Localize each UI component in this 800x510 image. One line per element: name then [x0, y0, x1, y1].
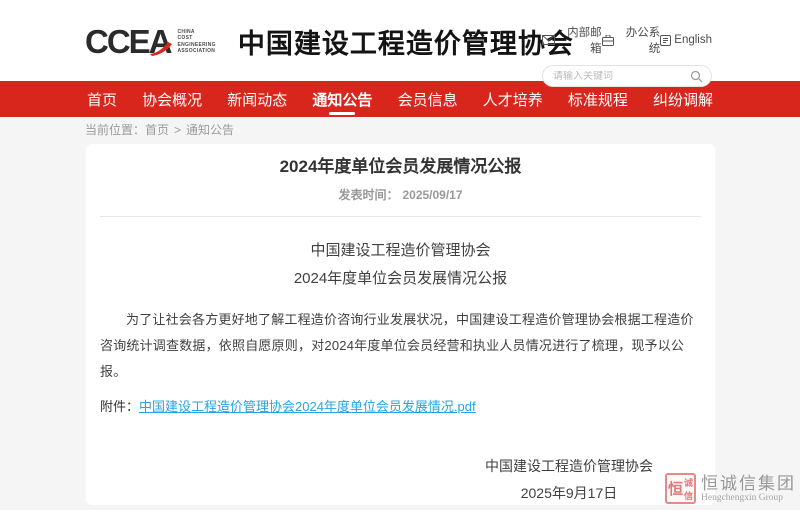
watermark-text: 恒诚信集团 Hengchengxin Group	[701, 474, 796, 504]
signature-block: 中国建设工程造价管理协会 2025年9月17日	[485, 453, 653, 507]
watermark-name-en: Hengchengxin Group	[701, 493, 796, 504]
breadcrumb-home-link[interactable]: 首页	[145, 123, 169, 137]
attachment-pdf-link[interactable]: 中国建设工程造价管理协会2024年度单位会员发展情况.pdf	[139, 399, 476, 414]
top-header: CCEA CHINA COST ENGINEERING ASSOCIATION …	[0, 0, 800, 81]
breadcrumb-prefix: 当前位置：	[85, 123, 145, 137]
publish-date-value: 2025/09/17	[402, 188, 462, 202]
nav-item-home[interactable]: 首页	[85, 81, 119, 117]
internal-mail-link[interactable]: 内部邮箱	[542, 24, 602, 56]
site-title: 中国建设工程造价管理协会	[238, 22, 574, 61]
attachment-label: 附件：	[100, 399, 139, 414]
utility-link-label: English	[674, 34, 712, 46]
seal-char: 信	[684, 489, 693, 502]
language-icon	[660, 35, 671, 46]
utility-link-label: 办公系统	[617, 24, 661, 56]
document-org-heading: 中国建设工程造价管理协会	[100, 243, 701, 259]
top-utility-area: 内部邮箱 办公系统 English	[542, 24, 712, 87]
english-link[interactable]: English	[660, 34, 712, 46]
main-nav: 首页 协会概况 新闻动态 通知公告 会员信息 人才培养 标准规程 纠纷调解	[0, 81, 800, 117]
hengchengxin-seal-icon: 恒 诚 信	[665, 473, 696, 504]
nav-item-talent-training[interactable]: 人才培养	[481, 81, 545, 117]
signature-date: 2025年9月17日	[485, 480, 653, 507]
office-system-link[interactable]: 办公系统	[602, 24, 661, 56]
nav-items-row: 首页 协会概况 新闻动态 通知公告 会员信息 人才培养 标准规程 纠纷调解	[85, 81, 715, 117]
breadcrumb-current-link[interactable]: 通知公告	[186, 123, 234, 137]
search-input[interactable]	[553, 71, 690, 82]
nav-item-notices[interactable]: 通知公告	[310, 81, 374, 117]
document-title-heading: 2024年度单位会员发展情况公报	[100, 271, 701, 287]
breadcrumb: 当前位置：首页 > 通知公告	[0, 117, 800, 144]
breadcrumb-separator: >	[174, 123, 181, 137]
nav-item-dispute-mediation[interactable]: 纠纷调解	[651, 81, 715, 117]
watermark-name: 恒诚信集团	[701, 474, 796, 493]
publish-date-row: 发表时间： 2025/09/17	[100, 186, 701, 204]
mail-icon	[542, 35, 555, 45]
seal-char: 诚	[684, 476, 693, 489]
nav-item-news[interactable]: 新闻动态	[225, 81, 289, 117]
title-divider	[100, 216, 701, 217]
office-icon	[602, 35, 614, 46]
site-logo[interactable]: CCEA CHINA COST ENGINEERING ASSOCIATION …	[85, 22, 574, 61]
logo-sub-line: ASSOCIATION	[178, 48, 216, 55]
hengchengxin-watermark: 恒 诚 信 恒诚信集团 Hengchengxin Group	[665, 473, 796, 504]
utility-link-label: 内部邮箱	[558, 24, 602, 56]
signature-organization: 中国建设工程造价管理协会	[485, 453, 653, 480]
nav-item-member-info[interactable]: 会员信息	[396, 81, 460, 117]
seal-char: 恒	[668, 476, 683, 501]
nav-item-association-overview[interactable]: 协会概况	[140, 81, 204, 117]
logo-subtext: CHINA COST ENGINEERING ASSOCIATION	[178, 29, 216, 55]
nav-item-standards[interactable]: 标准规程	[566, 81, 630, 117]
attachment-row: 附件：中国建设工程造价管理协会2024年度单位会员发展情况.pdf	[100, 397, 701, 417]
logo-red-swoosh-icon	[149, 41, 175, 57]
publish-date-label: 发表时间：	[338, 188, 398, 202]
article-title: 2024年度单位会员发展情况公报	[100, 156, 701, 178]
article-card: 2024年度单位会员发展情况公报 发表时间： 2025/09/17 中国建设工程造…	[86, 144, 715, 505]
utility-links-row: 内部邮箱 办公系统 English	[542, 24, 712, 56]
article-paragraph: 为了让社会各方更好地了解工程造价咨询行业发展状况，中国建设工程造价管理协会根据工…	[100, 307, 701, 385]
logo-cceatext: CCEA	[85, 24, 171, 60]
